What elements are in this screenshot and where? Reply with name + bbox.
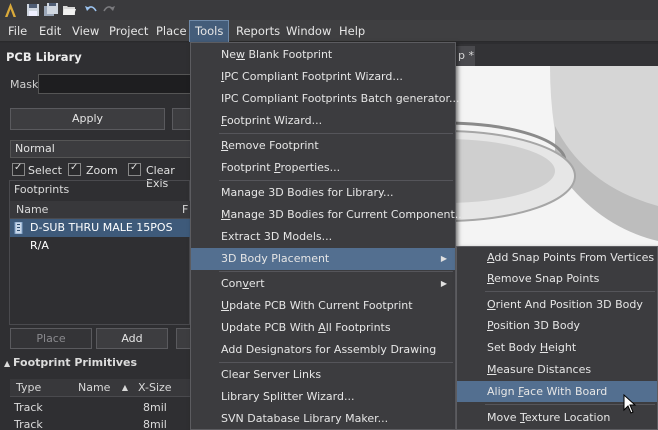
submenu-arrow-icon: ▶	[440, 254, 447, 263]
menu-item-update-pcb-all[interactable]: Update PCB With All Footprints	[191, 317, 455, 339]
quick-access-bar	[0, 0, 658, 20]
name-column-header-primitives[interactable]: Name ▲	[72, 379, 132, 397]
menu-tools[interactable]: Tools	[189, 20, 230, 42]
submenu-arrow-icon: ▶	[440, 279, 447, 288]
menu-view[interactable]: View	[67, 20, 104, 42]
menu-item-3d-body-placement[interactable]: 3D Body Placement ▶	[191, 248, 455, 270]
footprint-row-selected[interactable]: D-SUB THRU MALE 15POS R/A	[10, 219, 190, 252]
undo-icon[interactable]	[84, 3, 98, 17]
menu-separator	[219, 133, 453, 134]
open-folder-icon[interactable]	[62, 3, 76, 17]
type-column-header[interactable]: Type	[10, 379, 72, 397]
primitive-type: Track	[14, 418, 43, 430]
menu-item-remove-footprint[interactable]: Remove Footprint	[191, 135, 455, 157]
menu-reports[interactable]: Reports	[231, 20, 285, 42]
menu-bar: File Edit View Project Place Tools Repor…	[0, 20, 658, 42]
menu-item-clear-server-links[interactable]: Clear Server Links	[191, 364, 455, 386]
menu-item-ipc-batch-generator[interactable]: IPC Compliant Footprints Batch generator…	[191, 88, 460, 110]
footprint-icon	[14, 222, 23, 234]
submenu-item-measure-distances[interactable]: Measure Distances	[457, 359, 657, 380]
menu-file[interactable]: File	[3, 20, 32, 42]
mask-input[interactable]	[38, 74, 198, 94]
add-button[interactable]: Add	[96, 328, 168, 349]
footprints-header: Footprints	[14, 183, 70, 196]
mode-dropdown[interactable]: Normal	[10, 140, 195, 158]
primitives-header[interactable]: ▲ Footprint Primitives	[4, 354, 137, 372]
sort-up-icon: ▲	[121, 383, 128, 392]
table-row[interactable]: Track 8mil	[14, 416, 190, 430]
menu-project[interactable]: Project	[104, 20, 153, 42]
menu-item-library-splitter[interactable]: Library Splitter Wizard...	[191, 386, 455, 408]
menu-separator	[219, 180, 453, 181]
zoom-label: Zoom	[86, 164, 118, 177]
menu-separator	[219, 271, 453, 272]
primitive-type: Track	[14, 401, 43, 414]
document-tab[interactable]: p *	[455, 46, 475, 66]
menu-item-update-pcb-current[interactable]: Update PCB With Current Footprint	[191, 295, 455, 317]
mask-label: Mask	[10, 78, 39, 91]
zoom-checkbox[interactable]	[68, 162, 81, 176]
table-row[interactable]: Track 8mil	[14, 399, 190, 417]
xsize-column-header[interactable]: X-Size	[132, 379, 190, 397]
submenu-item-orient-position[interactable]: Orient And Position 3D Body	[457, 294, 657, 315]
menu-item-ipc-footprint-wizard[interactable]: IPC Compliant Footprint Wizard...	[191, 66, 455, 88]
menu-help[interactable]: Help	[334, 20, 370, 42]
place-button[interactable]: Place	[10, 328, 92, 349]
menu-edit[interactable]: Edit	[34, 20, 66, 42]
clear-existing-checkbox[interactable]	[128, 162, 141, 176]
clear-button[interactable]	[172, 108, 192, 130]
collapse-arrow-icon: ▲	[4, 359, 13, 368]
menu-item-svn-library-maker[interactable]: SVN Database Library Maker...	[191, 408, 455, 430]
menu-item-manage-3d-bodies-component[interactable]: Manage 3D Bodies for Current Component..…	[191, 204, 465, 226]
apply-button[interactable]: Apply	[10, 108, 165, 130]
name-column-label: Name	[78, 381, 111, 394]
mouse-cursor-icon	[623, 394, 637, 414]
menu-separator	[219, 362, 453, 363]
options-row: Select Zoom Clear Exis	[10, 162, 200, 190]
select-checkbox[interactable]	[12, 162, 25, 176]
primitive-xsize: 8mil	[143, 401, 167, 414]
menu-separator	[485, 291, 655, 292]
menu-item-extract-3d-models[interactable]: Extract 3D Models...	[191, 226, 455, 248]
submenu-item-position-3d-body[interactable]: Position 3D Body	[457, 315, 657, 336]
tools-dropdown-menu: New Blank Footprint IPC Compliant Footpr…	[190, 42, 465, 430]
primitive-xsize: 8mil	[143, 418, 167, 430]
menu-item-footprint-properties[interactable]: Footprint Properties...	[191, 157, 455, 179]
menu-item-manage-3d-bodies-library[interactable]: Manage 3D Bodies for Library...	[191, 182, 455, 204]
pcb-library-panel: PCB Library Mask Apply Normal Select Zoo…	[0, 43, 198, 430]
redo-icon[interactable]	[102, 3, 116, 17]
name-column-header[interactable]: Name	[10, 201, 178, 219]
altium-logo-icon	[5, 3, 16, 17]
submenu-item-remove-snap-points[interactable]: Remove Snap Points	[457, 268, 657, 289]
save-all-icon[interactable]	[44, 3, 58, 17]
menu-item-add-designators[interactable]: Add Designators for Assembly Drawing	[191, 339, 455, 361]
submenu-item-add-snap-points[interactable]: Add Snap Points From Vertices	[457, 247, 657, 268]
menu-item-new-blank-footprint[interactable]: New Blank Footprint	[191, 44, 455, 66]
panel-title: PCB Library	[6, 50, 82, 64]
primitives-header-label: Footprint Primitives	[12, 356, 138, 369]
menu-place[interactable]: Place	[151, 20, 192, 42]
save-icon[interactable]	[26, 3, 40, 17]
menu-item-convert[interactable]: Convert ▶	[191, 273, 455, 295]
menu-item-footprint-wizard[interactable]: Footprint Wizard...	[191, 110, 455, 132]
submenu-item-set-body-height[interactable]: Set Body Height	[457, 337, 657, 358]
select-label: Select	[28, 164, 62, 177]
extra-column-header[interactable]: F	[178, 201, 190, 219]
menu-window[interactable]: Window	[281, 20, 336, 42]
